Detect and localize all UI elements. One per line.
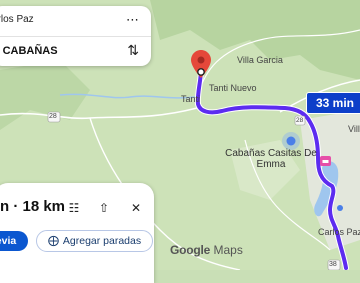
place-carlos-paz: Carlos Paz: [318, 227, 360, 237]
maps-logo-text: Maps: [213, 243, 243, 257]
place-cabanas-line2: Emma: [256, 159, 286, 170]
place-tanti: Tanti: [181, 94, 201, 104]
route-shield-38-label: 38: [329, 261, 337, 268]
destination-field[interactable]: A CABAÑAS: [0, 45, 58, 57]
place-cabanas-line1: Cabañas Casitas De: [225, 148, 317, 159]
tune-icon[interactable]: ☷: [64, 198, 84, 218]
place-tanti-nuevo: Tanti Nuevo: [209, 83, 257, 93]
route-summary-card: n · 18 km ☷ ⇧ ✕ evia ⨁Agregar paradas: [0, 183, 154, 283]
hotel-poi-icon: [320, 156, 331, 166]
add-stop-icon: ⨁: [47, 235, 59, 247]
city-marker: [337, 205, 343, 211]
directions-card: arlos Paz ⋯ A CABAÑAS ⇅: [0, 6, 151, 66]
google-maps-attribution: Google Maps: [170, 243, 243, 257]
destination-row[interactable]: A CABAÑAS ⇅: [0, 36, 151, 67]
origin-row[interactable]: arlos Paz ⋯: [0, 6, 151, 36]
google-logo: Google: [170, 243, 211, 257]
add-stops-button[interactable]: ⨁ Agregar paradas: [36, 230, 153, 252]
place-villa: Villa: [348, 124, 360, 134]
route-shield-28-label: 28: [49, 113, 57, 120]
place-villa-garcia: Villa Garcia: [237, 55, 283, 65]
swap-vert-icon[interactable]: ⇅: [127, 42, 139, 59]
more-vert-icon[interactable]: ⋯: [126, 12, 139, 28]
add-stops-label: Agregar paradas: [62, 235, 142, 247]
close-icon[interactable]: ✕: [126, 198, 146, 218]
place-cabanas: Cabañas Casitas De Emma: [222, 148, 320, 170]
route-duration-badge[interactable]: 33 min: [306, 92, 360, 114]
eta-distance: n · 18 km: [0, 198, 66, 215]
route-shield-28-right-label: 28: [296, 117, 304, 124]
preview-button[interactable]: evia: [0, 231, 28, 251]
share-icon[interactable]: ⇧: [94, 198, 114, 218]
origin-field[interactable]: arlos Paz: [0, 14, 34, 25]
